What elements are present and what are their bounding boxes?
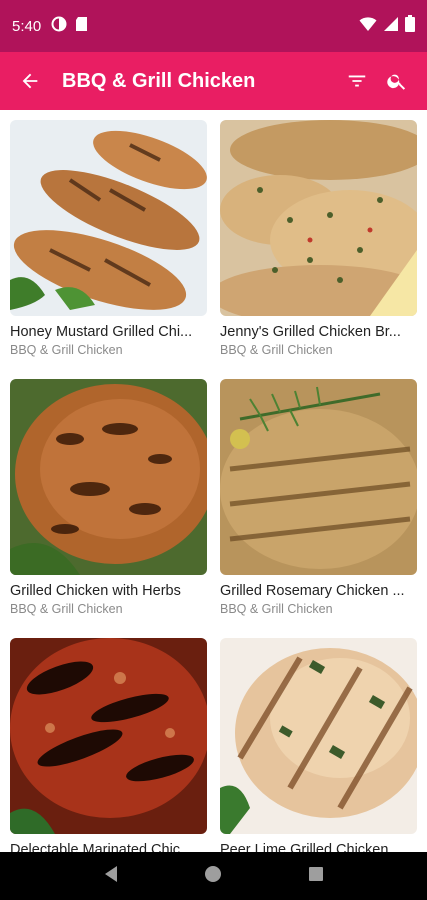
recipe-card[interactable]: Grilled Chicken with Herbs BBQ & Grill C… [10,379,207,638]
data-saver-icon [51,16,67,37]
circle-home-icon [205,865,222,882]
recipe-title: Honey Mustard Grilled Chi... [10,324,193,340]
recipe-image [220,638,417,834]
back-button[interactable] [10,61,50,101]
recipe-category: BBQ & Grill Chicken [220,602,333,616]
cell-signal-icon [383,16,399,37]
recipe-card[interactable]: Jenny's Grilled Chicken Br... BBQ & Gril… [220,120,417,379]
recipe-category: BBQ & Grill Chicken [220,343,333,357]
recipe-image [10,120,207,316]
recipe-title: Peer Lime Grilled Chicken [220,842,389,852]
status-left-icons [51,16,88,37]
recipe-card[interactable]: Peer Lime Grilled Chicken [220,638,417,852]
recipe-title: Grilled Rosemary Chicken ... [220,583,405,599]
recipe-grid: Honey Mustard Grilled Chi... BBQ & Grill… [0,110,427,852]
recents-nav-button[interactable] [308,866,324,887]
status-bar: 5:40 [0,0,427,52]
home-nav-button[interactable] [204,865,222,888]
app-bar: BBQ & Grill Chicken [0,52,427,110]
system-nav-bar [0,852,427,900]
status-time: 5:40 [12,17,42,35]
recipe-image [10,379,207,575]
recipe-category: BBQ & Grill Chicken [10,343,123,357]
page-title: BBQ & Grill Chicken [62,69,256,92]
recipe-image [220,120,417,316]
recipe-card[interactable]: Grilled Rosemary Chicken ... BBQ & Grill… [220,379,417,638]
search-button[interactable] [377,61,417,101]
battery-icon [405,15,415,37]
filter-button[interactable] [337,61,377,101]
arrow-back-icon [22,73,38,89]
recipe-title: Delectable Marinated Chic... [10,842,193,852]
recipe-title: Grilled Chicken with Herbs [10,583,181,599]
filter-icon [348,75,366,87]
square-recents-icon [309,866,324,881]
wifi-icon [359,16,377,37]
recipe-image [10,638,207,834]
recipe-card[interactable]: Honey Mustard Grilled Chi... BBQ & Grill… [10,120,207,379]
back-nav-button[interactable] [103,865,119,888]
recipe-card[interactable]: Delectable Marinated Chic... [10,638,207,852]
recipe-category: BBQ & Grill Chicken [10,602,123,616]
status-right-icons [359,15,415,37]
recipe-title: Jenny's Grilled Chicken Br... [220,324,401,340]
search-icon [387,74,406,90]
recipe-image [220,379,417,575]
triangle-back-icon [104,865,117,882]
sd-card-icon [75,16,88,37]
